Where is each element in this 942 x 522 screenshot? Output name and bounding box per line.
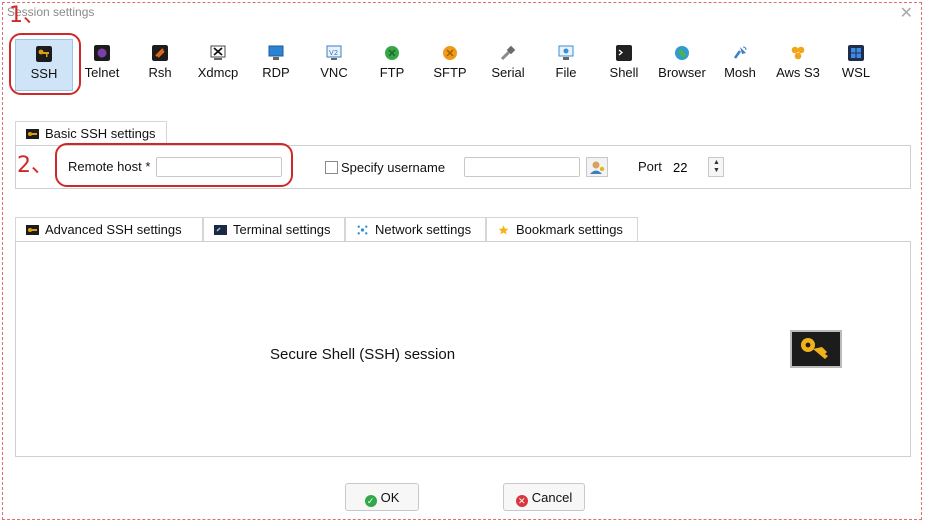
session-type-label: SSH xyxy=(30,66,58,81)
ftp-icon xyxy=(385,46,399,60)
key-icon xyxy=(26,129,39,139)
username-input[interactable] xyxy=(464,157,580,177)
file-icon xyxy=(558,45,574,60)
session-description: Secure Shell (SSH) session xyxy=(270,346,456,363)
spin-up-icon[interactable]: ▲ xyxy=(713,159,720,166)
session-type-telnet[interactable]: Telnet xyxy=(73,39,131,91)
check-icon: ✓ xyxy=(364,495,377,507)
advanced-settings-panel: Secure Shell (SSH) session xyxy=(15,241,911,457)
session-type-ssh[interactable]: SSH xyxy=(15,39,73,91)
session-type-file[interactable]: File xyxy=(537,39,595,91)
title-bar: Session settings ✕ xyxy=(3,3,921,23)
ssh-key-icon xyxy=(790,330,842,368)
session-type-label: Mosh xyxy=(724,65,756,80)
port-label: Port xyxy=(638,159,662,174)
session-type-aws-s3[interactable]: Aws S3 xyxy=(769,39,827,91)
cancel-button[interactable]: ✕ Cancel xyxy=(503,483,585,511)
ok-button[interactable]: ✓ OK xyxy=(345,483,419,511)
mosh-icon xyxy=(733,46,747,59)
port-input[interactable] xyxy=(668,157,710,177)
session-type-xdmcp[interactable]: Xdmcp xyxy=(189,39,247,91)
session-type-label: SFTP xyxy=(433,65,467,80)
annotation-step-2: 2、 xyxy=(17,153,53,178)
annotation-step-1: 1、 xyxy=(9,3,45,28)
vnc-icon: V2 xyxy=(326,45,342,60)
session-type-wsl[interactable]: WSL xyxy=(827,39,885,91)
session-type-label: VNC xyxy=(320,65,348,80)
key-icon xyxy=(26,225,39,235)
xdmcp-icon xyxy=(210,45,226,60)
rsh-icon xyxy=(152,45,168,61)
tab-bookmark-settings[interactable]: Bookmark settings xyxy=(486,217,638,241)
session-type-label: RDP xyxy=(262,65,290,80)
key-icon xyxy=(801,338,828,359)
close-icon[interactable]: ✕ xyxy=(900,3,913,23)
aws-s3-icon xyxy=(791,46,805,60)
session-type-browser[interactable]: Browser xyxy=(653,39,711,91)
session-type-serial[interactable]: Serial xyxy=(479,39,537,91)
browser-icon xyxy=(675,46,689,60)
wsl-icon xyxy=(848,45,864,61)
session-type-label: Rsh xyxy=(148,65,172,80)
session-type-label: WSL xyxy=(841,65,871,80)
session-type-rdp[interactable]: RDP xyxy=(247,39,305,91)
cancel-label: Cancel xyxy=(531,490,573,505)
session-type-label: File xyxy=(555,65,577,80)
tab-terminal-settings[interactable]: Terminal settings xyxy=(203,217,345,241)
svg-text:V2: V2 xyxy=(329,49,338,57)
session-settings-window: Session settings ✕ 1、 SSH Telnet Rsh Xdm… xyxy=(2,2,922,520)
serial-icon xyxy=(500,45,516,61)
key-icon xyxy=(36,46,52,62)
tab-label: Bookmark settings xyxy=(516,222,623,237)
session-type-vnc[interactable]: V2 VNC xyxy=(305,39,363,91)
sftp-icon xyxy=(443,46,457,60)
terminal-icon xyxy=(214,225,227,235)
session-type-sftp[interactable]: SFTP xyxy=(421,39,479,91)
tab-label: Advanced SSH settings xyxy=(45,222,182,237)
session-type-mosh[interactable]: Mosh xyxy=(711,39,769,91)
session-type-label: Serial xyxy=(491,65,525,80)
cancel-icon: ✕ xyxy=(515,495,528,507)
session-type-label: Shell xyxy=(609,65,639,80)
tab-label: Terminal settings xyxy=(233,222,331,237)
session-type-label: Xdmcp xyxy=(197,65,239,80)
tab-network-settings[interactable]: Network settings xyxy=(345,217,486,241)
user-picker-button[interactable] xyxy=(586,157,608,177)
session-type-label: Browser xyxy=(658,65,706,80)
star-icon xyxy=(498,225,509,235)
session-type-rsh[interactable]: Rsh xyxy=(131,39,189,91)
network-icon xyxy=(357,225,368,235)
tab-advanced-ssh-settings[interactable]: Advanced SSH settings xyxy=(15,217,203,241)
user-icon xyxy=(590,161,605,174)
session-type-label: Aws S3 xyxy=(776,65,820,80)
tab-basic-ssh-settings[interactable]: Basic SSH settings xyxy=(15,121,167,145)
specify-username-label: Specify username xyxy=(341,160,446,175)
session-type-ftp[interactable]: FTP xyxy=(363,39,421,91)
shell-icon xyxy=(616,45,632,61)
rdp-icon xyxy=(268,45,284,60)
tab-label: Basic SSH settings xyxy=(45,126,156,141)
ok-label: OK xyxy=(380,490,400,505)
spin-down-icon[interactable]: ▼ xyxy=(713,167,720,174)
port-spinner[interactable]: ▲ ▼ xyxy=(708,157,724,177)
tab-label: Network settings xyxy=(375,222,472,237)
annotation-circle-remote-host xyxy=(55,143,293,187)
session-type-shell[interactable]: Shell xyxy=(595,39,653,91)
specify-username-checkbox[interactable] xyxy=(325,161,338,174)
session-type-label: Telnet xyxy=(84,65,120,80)
telnet-icon xyxy=(94,45,110,61)
session-type-label: FTP xyxy=(379,65,405,80)
